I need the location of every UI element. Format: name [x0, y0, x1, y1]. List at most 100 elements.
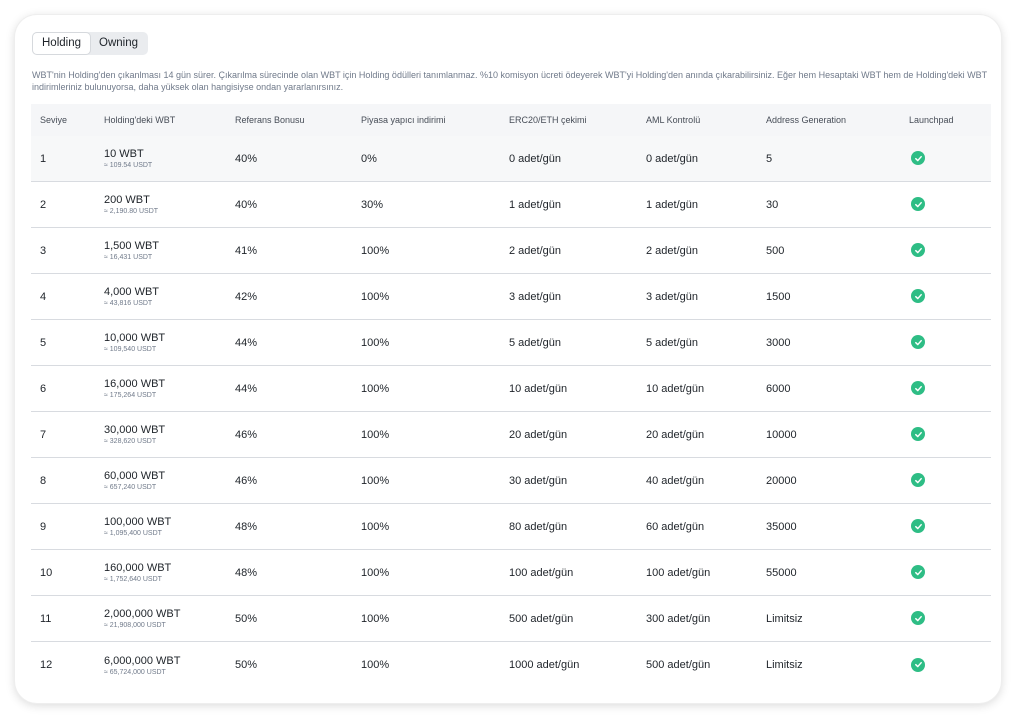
cell-holding-wbt: 160,000 WBT ≈ 1,752,640 USDT [104, 562, 235, 583]
cell-level: 10 [40, 566, 53, 579]
tab-owning[interactable]: Owning [90, 33, 147, 54]
cell-holding-wbt: 10,000 WBT ≈ 109,540 USDT [104, 332, 235, 353]
wbt-amount: 200 WBT [104, 194, 150, 206]
cell-maker-discount: 100% [361, 520, 390, 533]
cell-level: 4 [40, 290, 47, 303]
check-circle-icon [911, 611, 925, 626]
cell-erc20-withdrawal: 1 adet/gün [509, 198, 561, 211]
table-row: 1 10 WBT ≈ 109.54 USDT 40% 0% 0 adet/gün 0 ade… [31, 136, 991, 182]
table-row: 3 1,500 WBT ≈ 16,431 USDT 41% 100% 2 adet/gün… [31, 228, 991, 274]
table-row: 12 6,000,000 WBT ≈ 65,724,000 USDT 50% 100% 1… [31, 642, 991, 688]
cell-holding-wbt: 200 WBT ≈ 2,190.80 USDT [104, 194, 235, 215]
usdt-equivalent: ≈ 2,190.80 USDT [104, 208, 159, 215]
cell-aml-check: 60 adet/gün [646, 520, 705, 533]
check-circle-icon [911, 381, 925, 396]
cell-level: 3 [40, 244, 47, 257]
cell-aml-check: 500 adet/gün [646, 659, 711, 671]
check-circle-icon [911, 289, 925, 304]
cell-level: 7 [40, 428, 47, 441]
cell-holding-wbt: 100,000 WBT ≈ 1,095,400 USDT [104, 516, 235, 537]
usdt-equivalent: ≈ 109.54 USDT [104, 162, 153, 169]
cell-maker-discount: 0% [361, 152, 377, 165]
cell-launchpad [909, 611, 991, 626]
table-row: 5 10,000 WBT ≈ 109,540 USDT 44% 100% 5 adet/g… [31, 320, 991, 366]
cell-referral-bonus: 40% [235, 198, 258, 211]
table-row: 11 2,000,000 WBT ≈ 21,908,000 USDT 50% 100% 5… [31, 596, 991, 642]
cell-maker-discount: 100% [361, 428, 390, 441]
cell-aml-check: 0 adet/gün [646, 152, 698, 165]
usdt-equivalent: ≈ 657,240 USDT [104, 484, 157, 491]
cell-referral-bonus: 42% [235, 290, 258, 303]
cell-referral-bonus: 46% [235, 428, 258, 441]
cell-erc20-withdrawal: 5 adet/gün [509, 336, 561, 349]
holding-levels-table: Seviye Holding'deki WBT Referans Bonusu … [31, 104, 991, 688]
wbt-amount: 2,000,000 WBT [104, 608, 181, 620]
wbt-amount: 10,000 WBT [104, 332, 166, 344]
wbt-amount: 10 WBT [104, 148, 144, 160]
cell-erc20-withdrawal: 1000 adet/gün [509, 659, 580, 671]
cell-launchpad [909, 427, 991, 442]
cell-aml-check: 300 adet/gün [646, 612, 711, 625]
check-circle-icon [911, 335, 925, 350]
usdt-equivalent: ≈ 175,264 USDT [104, 392, 157, 399]
table-row: 2 200 WBT ≈ 2,190.80 USDT 40% 30% 1 adet/gün 1… [31, 182, 991, 228]
table-body: 1 10 WBT ≈ 109.54 USDT 40% 0% 0 adet/gün 0 ade… [31, 136, 991, 688]
cell-erc20-withdrawal: 30 adet/gün [509, 474, 568, 487]
cell-maker-discount: 100% [361, 474, 390, 487]
header-level: Seviye [40, 115, 68, 125]
cell-referral-bonus: 46% [235, 474, 258, 487]
check-circle-icon [911, 519, 925, 534]
cell-erc20-withdrawal: 20 adet/gün [509, 428, 568, 441]
usdt-equivalent: ≈ 65,724,000 USDT [104, 668, 166, 676]
cell-address-generation: Limitsiz [766, 612, 803, 625]
cell-address-generation: 3000 [766, 336, 791, 349]
cell-launchpad [909, 289, 991, 304]
table-header-row: Seviye Holding'deki WBT Referans Bonusu … [31, 104, 991, 136]
cell-level: 12 [40, 659, 53, 671]
cell-holding-wbt: 30,000 WBT ≈ 328,620 USDT [104, 424, 235, 445]
usdt-equivalent: ≈ 16,431 USDT [104, 254, 153, 261]
cell-maker-discount: 100% [361, 336, 390, 349]
check-circle-icon [911, 243, 925, 258]
cell-address-generation: 1500 [766, 290, 791, 303]
cell-launchpad [909, 243, 991, 258]
wbt-amount: 60,000 WBT [104, 470, 166, 482]
cell-referral-bonus: 48% [235, 520, 258, 533]
holding-description: WBT'nin Holding'den çıkanlması 14 gün sü… [32, 70, 988, 92]
cell-holding-wbt: 4,000 WBT ≈ 43,816 USDT [104, 286, 235, 307]
cell-launchpad [909, 473, 991, 488]
cell-maker-discount: 100% [361, 244, 390, 257]
tab-holding[interactable]: Holding [33, 33, 90, 54]
cell-referral-bonus: 50% [235, 612, 258, 625]
cell-holding-wbt: 6,000,000 WBT ≈ 65,724,000 USDT [104, 655, 235, 676]
cell-address-generation: 10000 [766, 428, 797, 441]
wbt-amount: 100,000 WBT [104, 516, 172, 528]
holding-owning-toggle: Holding Owning [32, 32, 148, 55]
cell-address-generation: 500 [766, 244, 785, 257]
table-row: 6 16,000 WBT ≈ 175,264 USDT 44% 100% 10 adet/… [31, 366, 991, 412]
wbt-amount: 16,000 WBT [104, 378, 166, 390]
cell-launchpad [909, 519, 991, 534]
cell-launchpad [909, 565, 991, 580]
wbt-amount: 4,000 WBT [104, 286, 160, 298]
cell-launchpad [909, 151, 991, 166]
cell-aml-check: 1 adet/gün [646, 198, 698, 211]
usdt-equivalent: ≈ 1,095,400 USDT [104, 530, 162, 537]
cell-level: 5 [40, 336, 47, 349]
cell-maker-discount: 100% [361, 382, 390, 395]
usdt-equivalent: ≈ 328,620 USDT [104, 438, 157, 445]
cell-aml-check: 40 adet/gün [646, 474, 705, 487]
cell-level: 6 [40, 382, 47, 395]
holding-levels-card: Holding Owning WBT'nin Holding'den çıkan… [15, 15, 1001, 703]
cell-holding-wbt: 60,000 WBT ≈ 657,240 USDT [104, 470, 235, 491]
cell-maker-discount: 100% [361, 612, 390, 625]
check-circle-icon [911, 427, 925, 442]
cell-erc20-withdrawal: 100 adet/gün [509, 566, 574, 579]
cell-referral-bonus: 48% [235, 566, 258, 579]
cell-address-generation: 35000 [766, 520, 797, 533]
cell-referral-bonus: 44% [235, 336, 258, 349]
usdt-equivalent: ≈ 21,908,000 USDT [104, 622, 166, 629]
table-row: 8 60,000 WBT ≈ 657,240 USDT 46% 100% 30 adet/… [31, 458, 991, 504]
wbt-amount: 30,000 WBT [104, 424, 166, 436]
cell-level: 8 [40, 474, 47, 487]
